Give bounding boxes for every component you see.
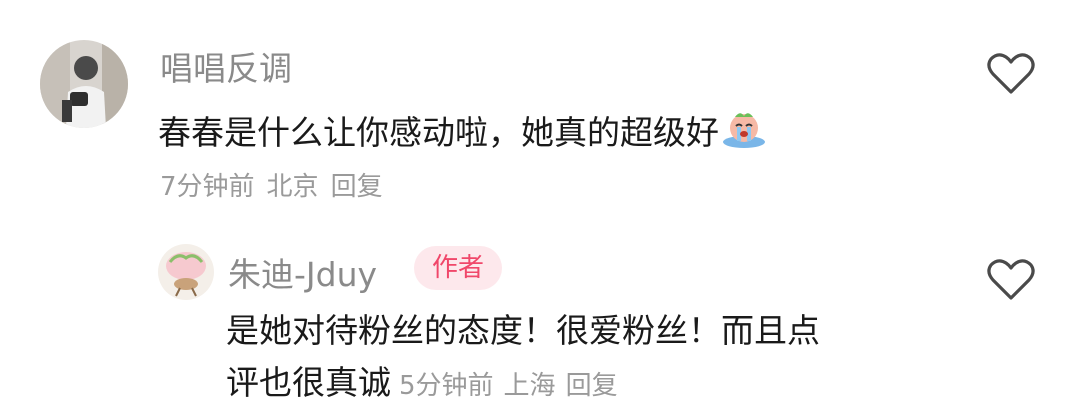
avatar-photo bbox=[40, 40, 128, 128]
author-badge: 作者 bbox=[414, 246, 502, 290]
reply-time: 5分钟前 bbox=[399, 371, 494, 401]
comment-username[interactable]: 唱唱反调 bbox=[160, 42, 292, 90]
comment-text-body: 春春是什么让你感动啦，她真的超级好 bbox=[158, 113, 719, 152]
reply-text-line-1: 是她对待粉丝的态度！很爱粉丝！而且点 bbox=[226, 311, 820, 350]
avatar[interactable] bbox=[158, 244, 214, 300]
reply-username[interactable]: 朱迪-Jduy bbox=[228, 248, 377, 296]
heart-outline-icon[interactable] bbox=[986, 258, 1036, 302]
reply-location: 上海 bbox=[503, 371, 556, 401]
comment-text: 春春是什么让你感动啦，她真的超级好 bbox=[158, 108, 767, 153]
reply-button[interactable]: 回复 bbox=[331, 172, 383, 202]
reply-text-line-2: 评也很真诚 5分钟前 上海 回复 bbox=[226, 366, 628, 399]
avatar[interactable] bbox=[40, 40, 128, 128]
crying-face-emoji-icon bbox=[721, 108, 767, 153]
reply-text-line-2-body: 评也很真诚 bbox=[226, 363, 391, 402]
reply-button[interactable]: 回复 bbox=[566, 371, 618, 401]
avatar-illustration bbox=[158, 244, 214, 300]
heart-outline-icon[interactable] bbox=[986, 52, 1036, 96]
reply-meta: 5分钟前 上海 回复 bbox=[399, 371, 628, 401]
comment-meta: 7分钟前 北京 回复 bbox=[160, 166, 395, 203]
comment-time: 7分钟前 bbox=[160, 172, 255, 202]
comment-location: 北京 bbox=[266, 172, 319, 202]
